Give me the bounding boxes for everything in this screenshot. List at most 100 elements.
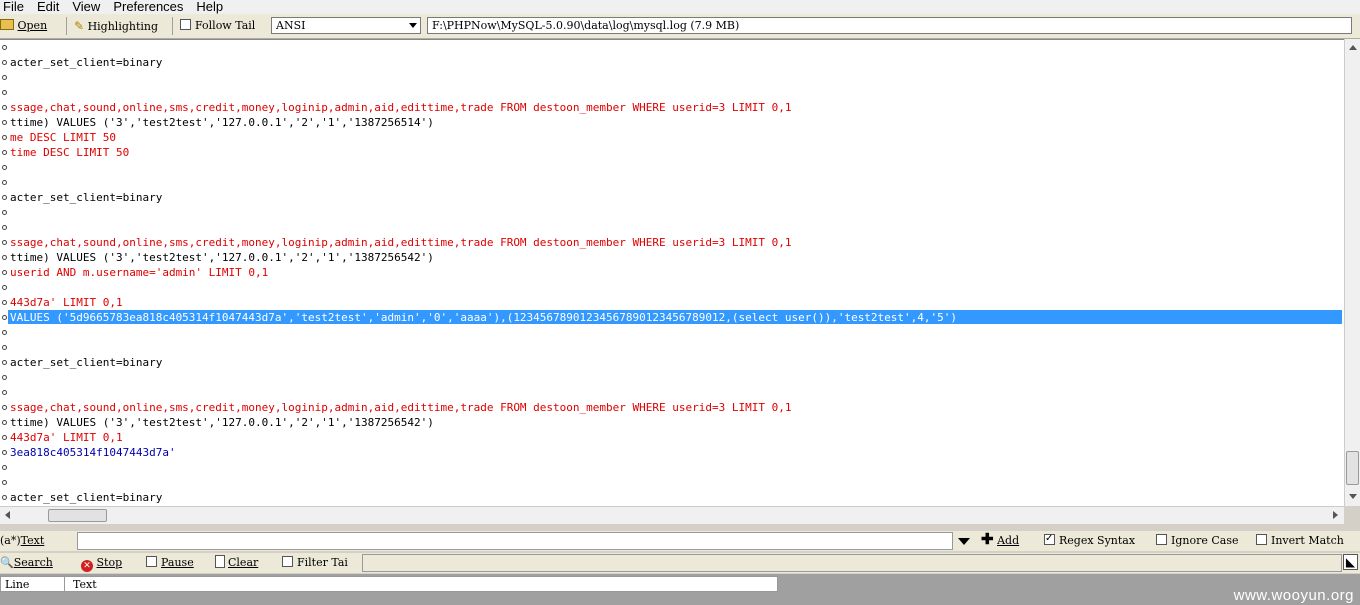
- menu-item-file[interactable]: File: [3, 0, 24, 13]
- clear-button[interactable]: Clear: [215, 555, 258, 571]
- column-header-line[interactable]: Line: [5, 578, 29, 591]
- resize-grip-icon[interactable]: ◣: [1343, 554, 1358, 570]
- pause-checkbox[interactable]: Pause: [146, 555, 194, 571]
- line-marker-icon[interactable]: [2, 150, 7, 155]
- folder-icon: [0, 19, 14, 30]
- log-line[interactable]: 443d7a' LIMIT 0,1: [10, 295, 123, 310]
- log-line[interactable]: 3ea818c405314f1047443d7a': [10, 445, 176, 460]
- chevron-down-icon[interactable]: [958, 538, 970, 545]
- log-line[interactable]: ttime) VALUES ('3','test2test','127.0.0.…: [10, 250, 434, 265]
- menu-item-help[interactable]: Help: [196, 0, 223, 13]
- regex-syntax-label: Regex Syntax: [1059, 534, 1136, 547]
- ignore-case-box[interactable]: [1156, 534, 1167, 545]
- log-line[interactable]: ttime) VALUES ('3','test2test','127.0.0.…: [10, 415, 434, 430]
- scroll-up-icon[interactable]: [1349, 45, 1357, 50]
- log-line[interactable]: 443d7a' LIMIT 0,1: [10, 430, 123, 445]
- log-line[interactable]: time DESC LIMIT 50: [10, 145, 129, 160]
- regex-syntax-box[interactable]: [1044, 531, 1055, 547]
- filter-mode-button[interactable]: (a*)Text: [0, 533, 44, 549]
- add-filter-button[interactable]: ✚ Add: [981, 532, 1019, 549]
- regex-syntax-checkbox[interactable]: Regex Syntax: [1044, 531, 1136, 549]
- log-line-selected[interactable]: VALUES ('5d9665783ea818c405314f1047443d7…: [10, 310, 957, 325]
- log-line[interactable]: acter_set_client=binary: [10, 490, 162, 505]
- log-line[interactable]: ssage,chat,sound,online,sms,credit,money…: [10, 100, 791, 115]
- line-marker-icon[interactable]: [2, 240, 7, 245]
- line-marker-icon[interactable]: [2, 255, 7, 260]
- horizontal-scrollbar[interactable]: [0, 506, 1344, 524]
- chevron-down-icon[interactable]: [409, 23, 417, 28]
- ignore-case-checkbox[interactable]: Ignore Case: [1156, 533, 1239, 549]
- line-marker-icon[interactable]: [2, 390, 7, 395]
- line-marker-icon[interactable]: [2, 315, 7, 320]
- line-marker-icon[interactable]: [2, 105, 7, 110]
- menu-bar: File Edit View Preferences Help: [0, 0, 1360, 14]
- encoding-select[interactable]: ANSI: [271, 17, 421, 34]
- ignore-case-label: Ignore Case: [1171, 534, 1239, 547]
- line-marker-icon[interactable]: [2, 120, 7, 125]
- line-marker-icon[interactable]: [2, 60, 7, 65]
- line-marker-icon[interactable]: [2, 405, 7, 410]
- log-line[interactable]: ttime) VALUES ('3','test2test','127.0.0.…: [10, 115, 434, 130]
- search-button[interactable]: 🔍Search: [0, 555, 53, 571]
- column-header-text[interactable]: Text: [73, 578, 97, 591]
- line-marker-icon[interactable]: [2, 420, 7, 425]
- log-line[interactable]: acter_set_client=binary: [10, 190, 162, 205]
- column-divider[interactable]: [64, 577, 65, 591]
- toolbar-separator: [172, 17, 173, 35]
- menu-item-view[interactable]: View: [72, 0, 100, 13]
- horizontal-scroll-thumb[interactable]: [48, 509, 107, 522]
- follow-tail-checkbox[interactable]: Follow Tail: [180, 18, 255, 34]
- log-line[interactable]: acter_set_client=binary: [10, 355, 162, 370]
- line-marker-icon[interactable]: [2, 210, 7, 215]
- line-marker-icon[interactable]: [2, 300, 7, 305]
- line-marker-icon[interactable]: [2, 45, 7, 50]
- open-label: Open: [17, 19, 48, 32]
- log-line[interactable]: userid AND m.username='admin' LIMIT 0,1: [10, 265, 268, 280]
- open-button[interactable]: Open: [0, 18, 47, 34]
- highlighting-button[interactable]: ✎ Highlighting: [74, 18, 158, 34]
- log-line[interactable]: acter_set_client=binary: [10, 55, 162, 70]
- log-view[interactable]: acter_set_client=binary ssage,chat,sound,…: [0, 39, 1344, 507]
- pause-box[interactable]: [146, 556, 157, 567]
- line-marker-icon[interactable]: [2, 75, 7, 80]
- line-marker-icon[interactable]: [2, 195, 7, 200]
- line-marker-icon[interactable]: [2, 180, 7, 185]
- filter-tail-checkbox[interactable]: Filter Tai: [282, 555, 348, 571]
- document-icon: [215, 555, 225, 568]
- line-marker-icon[interactable]: [2, 225, 7, 230]
- vertical-scrollbar[interactable]: [1344, 39, 1360, 506]
- control-bar: 🔍Search ✕ Stop Pause Clear Filter Tai ◣: [0, 553, 1360, 573]
- line-marker-icon[interactable]: [2, 480, 7, 485]
- clear-label: Clear: [228, 556, 259, 569]
- log-line[interactable]: ssage,chat,sound,online,sms,credit,money…: [10, 400, 791, 415]
- line-marker-icon[interactable]: [2, 450, 7, 455]
- log-line[interactable]: me DESC LIMIT 50: [10, 130, 116, 145]
- line-marker-icon[interactable]: [2, 345, 7, 350]
- results-header: Line Text: [0, 576, 778, 592]
- line-marker-icon[interactable]: [2, 465, 7, 470]
- invert-match-checkbox[interactable]: Invert Match: [1256, 533, 1344, 549]
- filter-tail-box[interactable]: [282, 556, 293, 567]
- line-marker-icon[interactable]: [2, 435, 7, 440]
- file-path-field: F:\PHPNow\MySQL-5.0.90\data\log\mysql.lo…: [427, 17, 1352, 34]
- filter-input[interactable]: [77, 532, 953, 550]
- stop-button[interactable]: ✕ Stop: [81, 555, 122, 572]
- vertical-scroll-thumb[interactable]: [1346, 451, 1359, 485]
- invert-match-box[interactable]: [1256, 534, 1267, 545]
- log-line[interactable]: ssage,chat,sound,online,sms,credit,money…: [10, 235, 791, 250]
- line-marker-icon[interactable]: [2, 330, 7, 335]
- scroll-right-icon[interactable]: [1333, 511, 1338, 519]
- menu-item-edit[interactable]: Edit: [37, 0, 59, 13]
- line-marker-icon[interactable]: [2, 495, 7, 500]
- line-marker-icon[interactable]: [2, 270, 7, 275]
- scroll-left-icon[interactable]: [5, 511, 10, 519]
- scroll-down-icon[interactable]: [1349, 494, 1357, 499]
- line-marker-icon[interactable]: [2, 375, 7, 380]
- line-marker-icon[interactable]: [2, 135, 7, 140]
- follow-tail-box[interactable]: [180, 19, 191, 30]
- menu-item-preferences[interactable]: Preferences: [113, 0, 183, 13]
- line-marker-icon[interactable]: [2, 285, 7, 290]
- line-marker-icon[interactable]: [2, 90, 7, 95]
- line-marker-icon[interactable]: [2, 165, 7, 170]
- line-marker-icon[interactable]: [2, 360, 7, 365]
